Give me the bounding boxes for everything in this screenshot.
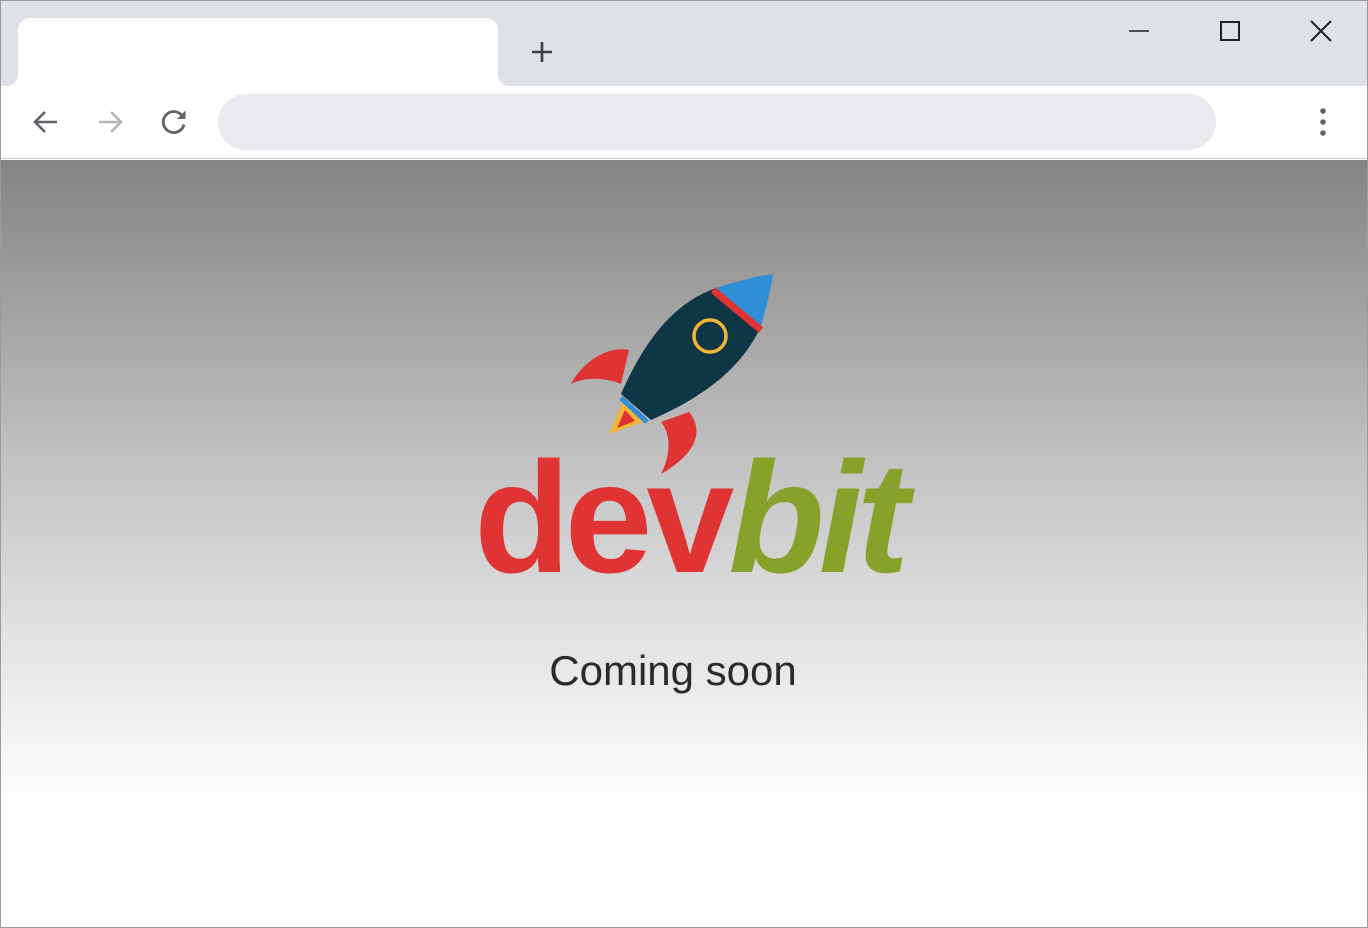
tab-strip <box>1 1 1367 86</box>
browser-menu-button[interactable] <box>1301 100 1345 144</box>
reload-icon <box>161 110 186 134</box>
active-tab[interactable] <box>6 18 510 86</box>
logo-text-dev: dev <box>474 430 734 606</box>
close-icon <box>1310 20 1332 42</box>
arrow-right-icon <box>99 111 123 133</box>
maximize-button[interactable] <box>1207 9 1253 53</box>
back-button[interactable] <box>24 100 68 144</box>
new-tab-button[interactable] <box>523 33 561 71</box>
minimize-button[interactable] <box>1116 9 1162 53</box>
browser-toolbar <box>1 86 1367 159</box>
browser-window: devbit Coming soon <box>0 0 1368 928</box>
vertical-dots-icon <box>1320 108 1326 136</box>
reload-button[interactable] <box>152 100 196 144</box>
minimize-icon <box>1129 30 1149 32</box>
arrow-left-icon <box>33 111 57 133</box>
logo-text-bit: bit <box>728 430 909 606</box>
coming-soon-text: Coming soon <box>549 647 797 694</box>
address-input[interactable] <box>218 94 1216 150</box>
forward-button[interactable] <box>88 100 132 144</box>
maximize-icon <box>1220 21 1240 41</box>
address-bar[interactable] <box>218 94 1216 150</box>
close-window-button[interactable] <box>1298 9 1344 53</box>
page-content: devbit Coming soon <box>1 160 1367 927</box>
plus-icon <box>532 42 552 62</box>
devbit-logo: devbit <box>474 439 914 597</box>
